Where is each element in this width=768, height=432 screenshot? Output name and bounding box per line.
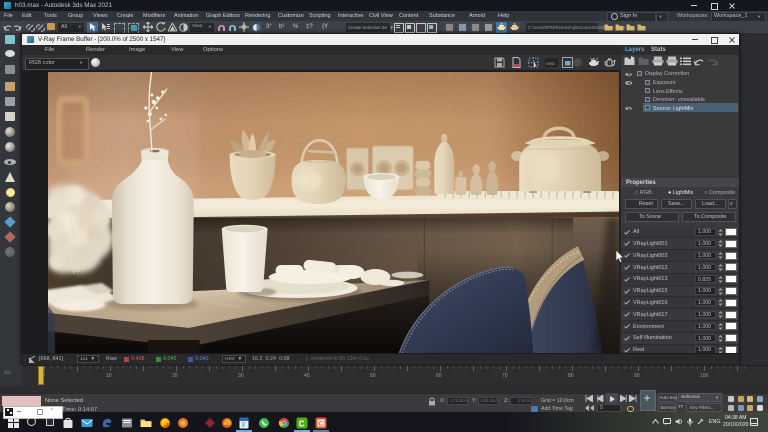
- svg-text:C: C: [318, 420, 323, 427]
- svg-text:C: C: [299, 419, 305, 428]
